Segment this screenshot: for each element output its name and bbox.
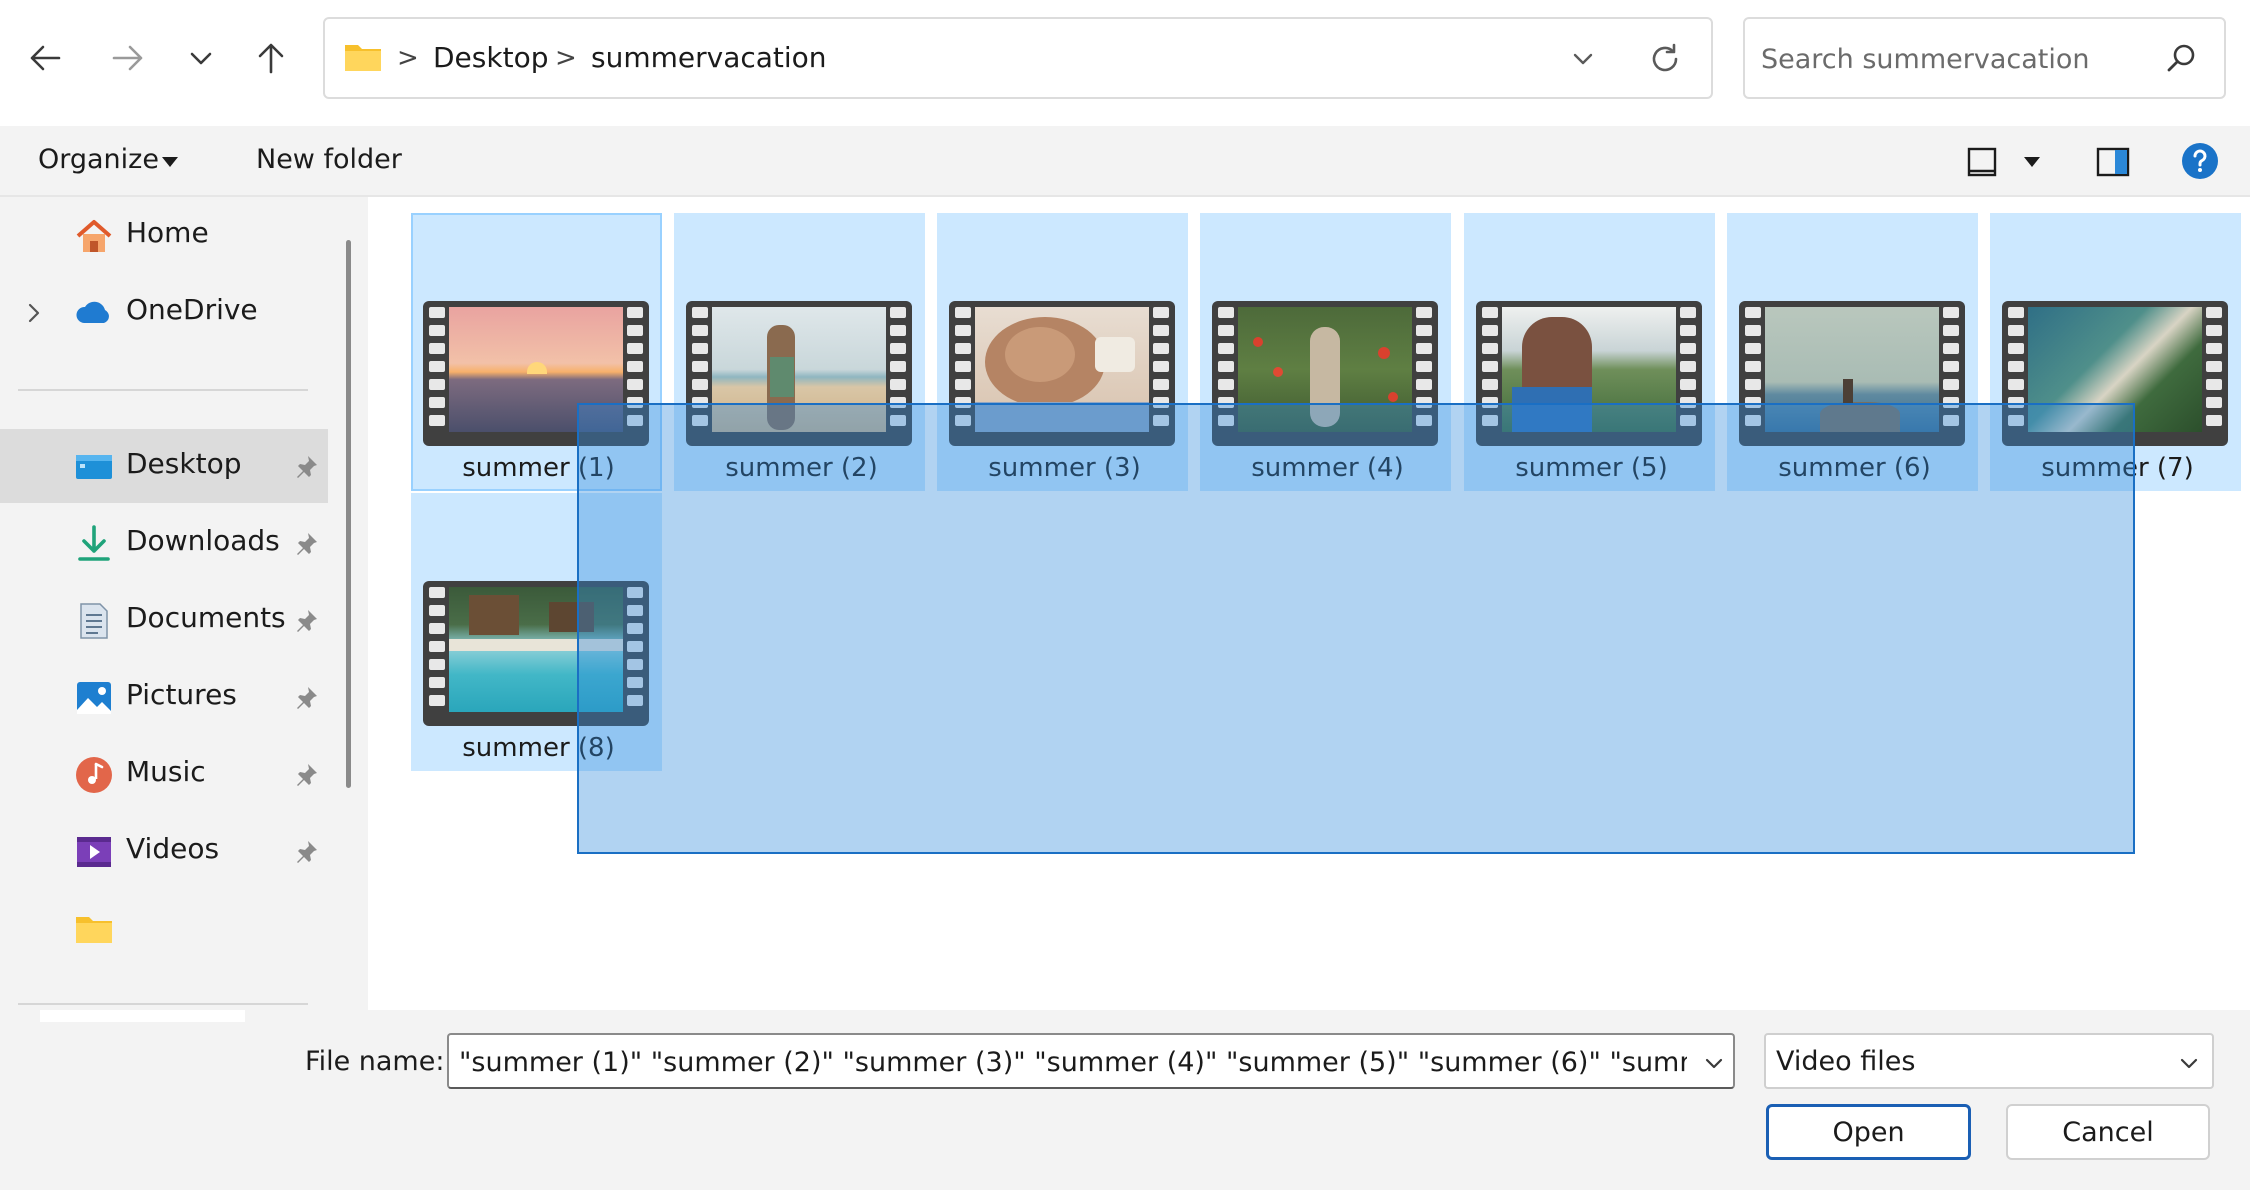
preview-pane-icon[interactable]: [2096, 146, 2130, 178]
chevron-down-icon: [190, 52, 212, 65]
sidebar-item-onedrive[interactable]: OneDrive: [0, 275, 328, 349]
arrow-left-icon: [30, 45, 61, 71]
help-icon[interactable]: [2180, 141, 2220, 181]
recent-locations-button[interactable]: [173, 30, 229, 86]
folder-icon: [345, 45, 381, 71]
chevron-down-icon[interactable]: [1565, 41, 1601, 77]
sidebar-item-home[interactable]: Home: [0, 198, 328, 272]
file-type-value: Video files: [1776, 1046, 1916, 1077]
sidebar-item-downloads[interactable]: Downloads: [0, 506, 328, 580]
home-icon: [76, 220, 112, 252]
pin-icon[interactable]: [292, 453, 320, 481]
pin-icon[interactable]: [292, 838, 320, 866]
pictures-icon: [77, 682, 111, 714]
pin-icon[interactable]: [292, 761, 320, 789]
view-icon[interactable]: [1966, 146, 1998, 178]
film-perforation: [2203, 307, 2225, 440]
breadcrumb-separator: >: [555, 43, 577, 73]
organize-button[interactable]: Organize: [38, 144, 159, 175]
breadcrumb-summervacation[interactable]: summervacation: [591, 41, 827, 74]
pin-icon[interactable]: [292, 530, 320, 558]
chevron-down-icon[interactable]: [2176, 1051, 2202, 1075]
new-folder-button[interactable]: New folder: [256, 144, 402, 175]
cancel-button[interactable]: Cancel: [2006, 1104, 2210, 1160]
sidebar-item-videos[interactable]: Videos: [0, 814, 328, 888]
sidebar-item-documents[interactable]: Documents: [0, 583, 328, 657]
sidebar-divider: [18, 389, 308, 391]
search-icon[interactable]: [2163, 41, 2199, 77]
arrow-up-icon: [258, 43, 284, 74]
sidebar-item-desktop[interactable]: Desktop: [0, 429, 328, 503]
desktop-icon: [76, 455, 112, 479]
arrow-right-icon: [112, 45, 143, 71]
sidebar-item-label: Home: [126, 216, 209, 249]
view-options-caret-icon[interactable]: [2024, 157, 2040, 167]
sidebar-item-label: Pictures: [126, 678, 237, 711]
file-name-field[interactable]: "summer (1)" "summer (2)" "summer (3)" "…: [447, 1033, 1735, 1089]
sidebar-item-folder[interactable]: [0, 891, 328, 965]
sidebar-item-label: OneDrive: [126, 293, 258, 326]
chevron-right-icon[interactable]: [24, 301, 44, 325]
document-icon: [80, 603, 108, 639]
open-button[interactable]: Open: [1766, 1104, 1971, 1160]
pin-icon[interactable]: [292, 684, 320, 712]
cloud-icon: [76, 301, 109, 323]
breadcrumb-separator: >: [397, 43, 419, 73]
sidebar-divider: [18, 1003, 308, 1005]
caret-down-icon[interactable]: [162, 157, 178, 167]
sidebar-item-label: Videos: [126, 832, 220, 865]
folder-icon: [76, 917, 112, 943]
up-button[interactable]: [243, 30, 299, 86]
back-button[interactable]: [17, 30, 73, 86]
breadcrumb-desktop[interactable]: Desktop: [433, 41, 548, 74]
command-bar: Organize New folder: [0, 126, 2250, 197]
sidebar-item-label: Desktop: [126, 447, 242, 480]
sidebar-item-music[interactable]: Music: [0, 737, 328, 811]
sidebar-item-pictures[interactable]: Pictures: [0, 660, 328, 734]
search-input[interactable]: [1761, 39, 2141, 79]
refresh-icon[interactable]: [1645, 39, 1685, 79]
navigation-pane: Home OneDrive Desktop Downloads Document…: [0, 197, 330, 1010]
address-bar[interactable]: > Desktop > summervacation: [323, 17, 1713, 99]
sidebar-item-label: Downloads: [126, 524, 280, 557]
sidebar-item-label: Music: [126, 755, 206, 788]
sidebar-bottom-edge: [40, 1010, 245, 1022]
videos-icon: [77, 837, 111, 867]
download-icon: [78, 525, 110, 561]
search-box[interactable]: [1743, 17, 2226, 99]
chevron-down-icon[interactable]: [1701, 1051, 1727, 1075]
film-perforation: [426, 587, 448, 720]
address-row: > Desktop > summervacation: [0, 0, 2250, 126]
selection-marquee: [577, 403, 2135, 854]
file-name-label: File name:: [305, 1046, 445, 1077]
sidebar-item-label: Documents: [126, 601, 286, 634]
file-name-value[interactable]: "summer (1)" "summer (2)" "summer (3)" "…: [459, 1047, 1687, 1078]
film-perforation: [426, 307, 448, 440]
forward-button[interactable]: [100, 30, 156, 86]
music-icon: [76, 757, 112, 793]
pin-icon[interactable]: [292, 607, 320, 635]
sidebar-scrollbar-thumb[interactable]: [346, 240, 351, 788]
file-type-select[interactable]: Video files: [1764, 1033, 2214, 1089]
